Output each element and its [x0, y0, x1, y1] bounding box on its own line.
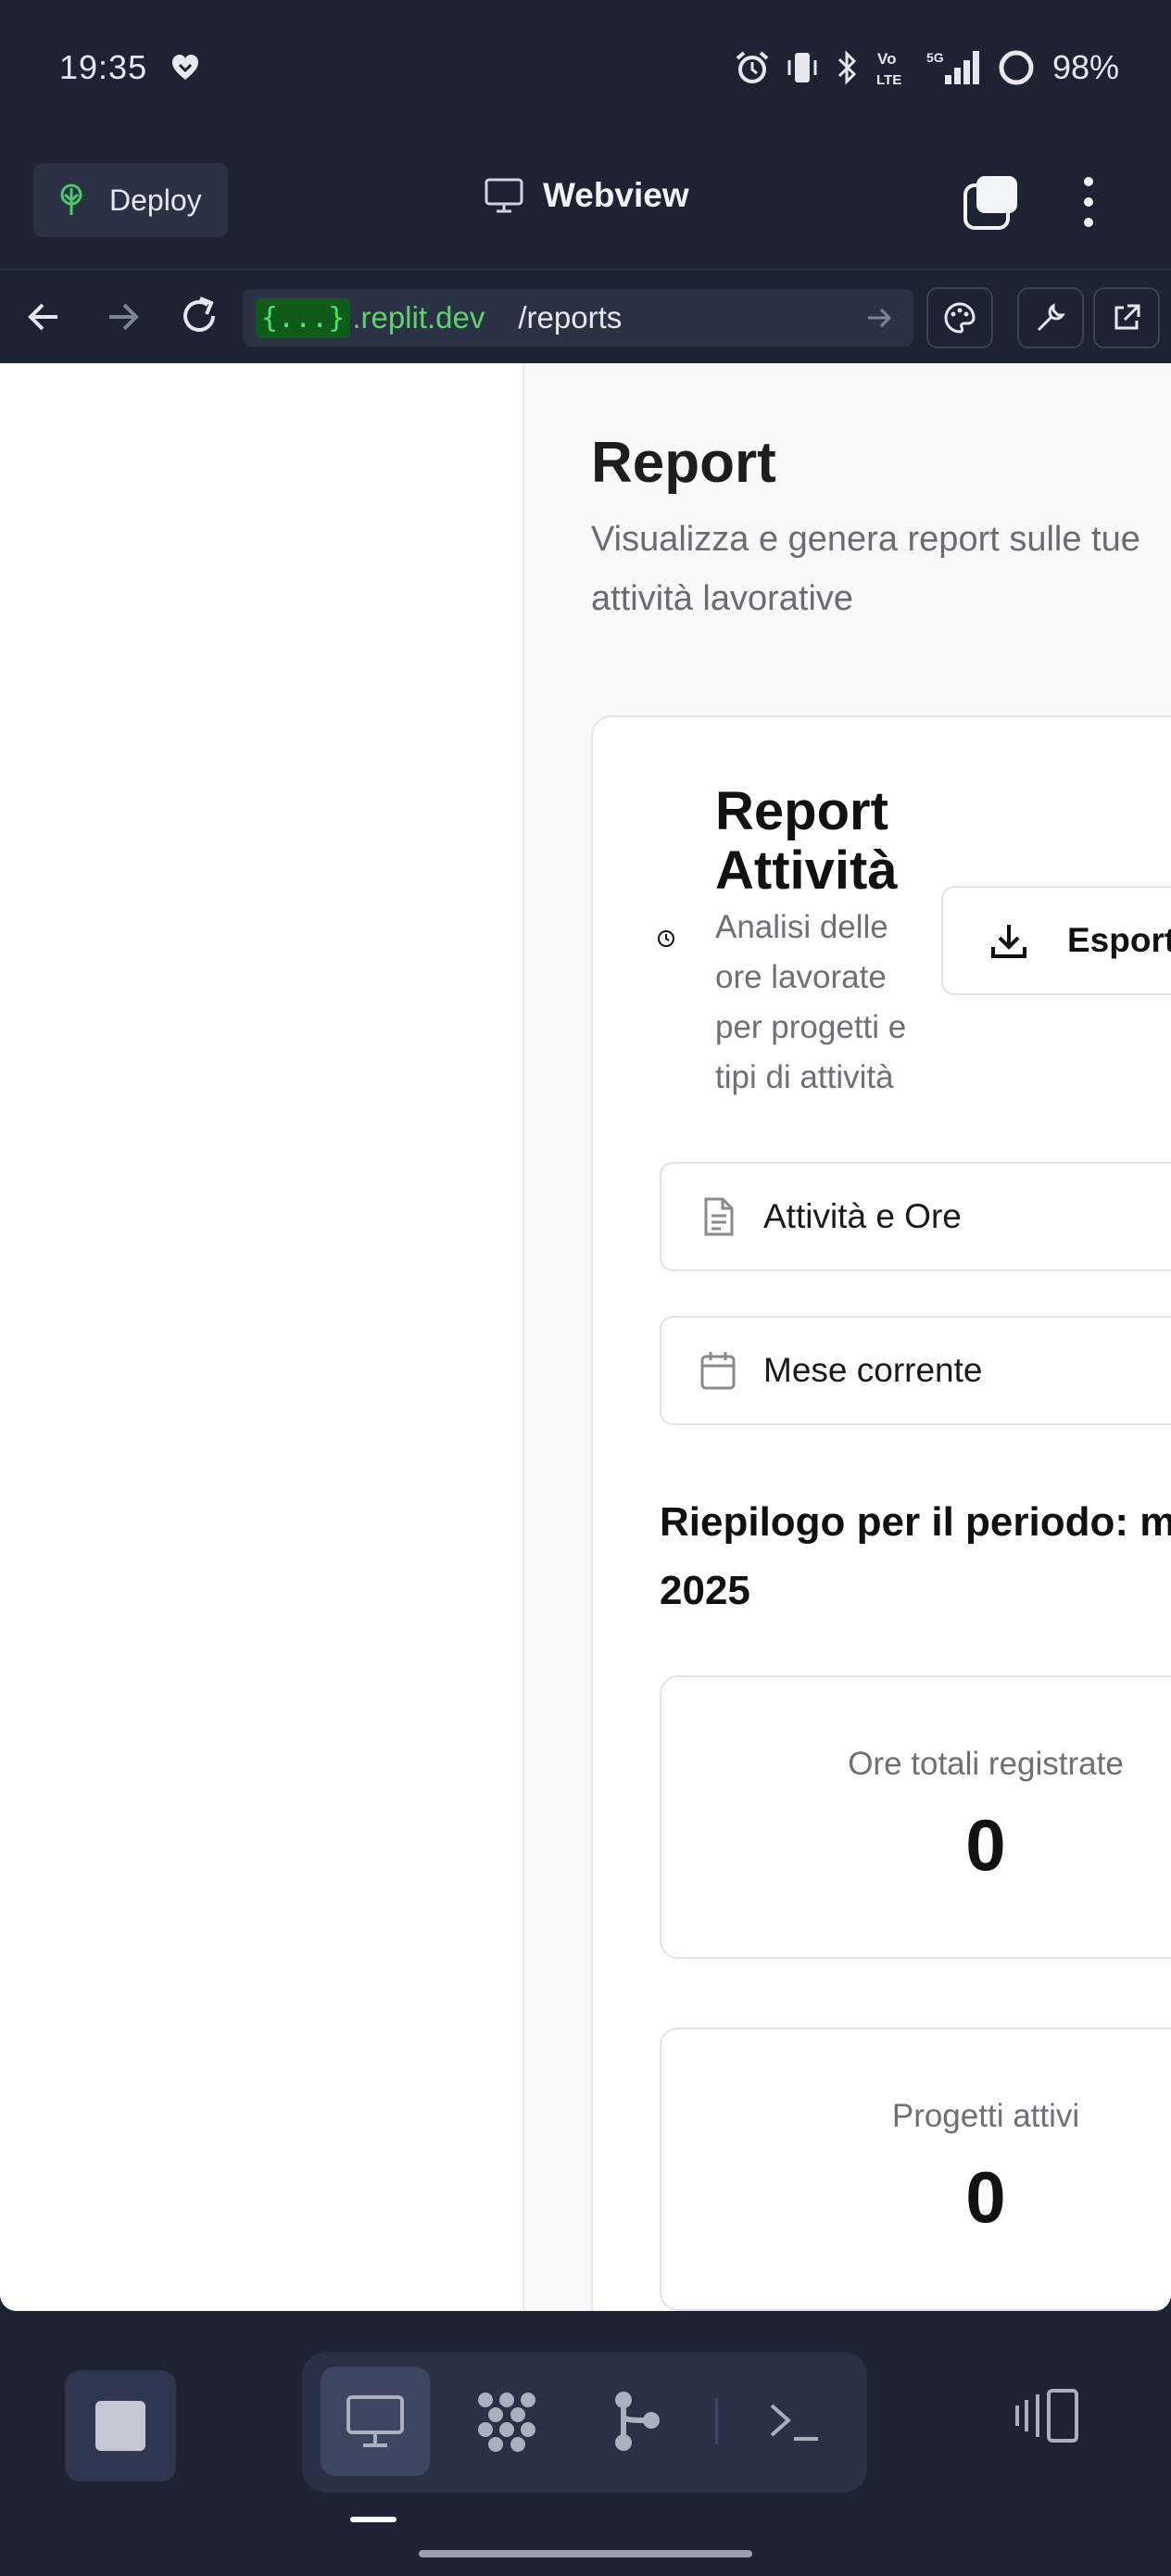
- deploy-label: Deploy: [109, 183, 202, 217]
- git-branch-icon: [615, 2392, 660, 2451]
- stat-card-active-projects: Progetti attivi 0: [660, 2027, 1171, 2311]
- bluetooth-icon: [837, 50, 857, 85]
- go-arrow-icon[interactable]: [863, 302, 895, 334]
- webview-title-text: Webview: [543, 176, 689, 214]
- stat-value: 0: [965, 2156, 1006, 2238]
- svg-text:Vo: Vo: [877, 50, 896, 68]
- stop-icon: [95, 2401, 145, 2451]
- battery-percent: 98%: [1051, 48, 1119, 86]
- export-button[interactable]: Esporta: [941, 886, 1171, 995]
- reload-icon[interactable]: [176, 293, 222, 339]
- activity-report-card: Report Attività Analisi delle ore lavora…: [591, 715, 1171, 2311]
- summary-title: Riepilogo per il periodo: maggio 2025: [660, 1488, 1171, 1625]
- webview: Report Visualizza e genera report sulle …: [0, 363, 1171, 2311]
- clock-icon: [658, 930, 674, 947]
- battery-ring-icon: [999, 50, 1034, 85]
- export-label: Esporta: [1067, 921, 1171, 959]
- bottom-toolbar: [0, 2311, 1171, 2576]
- status-icons: Vo LTE 5G 98%: [734, 46, 1119, 89]
- url-host: .replit.dev: [352, 300, 485, 335]
- stat-value: 0: [965, 1804, 1006, 1886]
- stat-label: Ore totali registrate: [848, 1746, 1124, 1782]
- summary-title-text: Riepilogo per il periodo: maggio 2025: [660, 1499, 1171, 1613]
- agent-icon: [478, 2393, 535, 2452]
- period-select[interactable]: Mese corrente: [660, 1316, 1171, 1425]
- main-content: Report Visualizza e genera report sulle …: [524, 363, 1171, 2311]
- status-bar: 19:35 Vo LTE 5G 98%: [0, 0, 1171, 139]
- stat-label: Progetti attivi: [891, 2098, 1080, 2134]
- app-header: Deploy Webview: [0, 139, 1171, 271]
- palette-icon: [944, 302, 976, 334]
- shell-tool-button[interactable]: [739, 2367, 849, 2476]
- card-title: Report Attività: [715, 781, 898, 901]
- period-value: Mese corrente: [763, 1351, 983, 1389]
- panels-icon[interactable]: [1014, 2385, 1082, 2446]
- card-description: Analisi delle ore lavorate per progetti …: [715, 909, 907, 1095]
- wrench-icon: [1037, 303, 1065, 332]
- calendar-icon: [700, 1352, 736, 1390]
- report-type-value: Attività e Ore: [763, 1197, 962, 1235]
- deploy-button[interactable]: Deploy: [33, 163, 228, 237]
- page-subtitle: Visualizza e genera report sulle tue att…: [591, 520, 1140, 618]
- url-chip: {...}: [256, 297, 351, 338]
- status-time: 19:35: [59, 48, 148, 86]
- webview-tool-button[interactable]: [321, 2367, 430, 2476]
- deploy-icon: [60, 183, 82, 215]
- tabs-icon[interactable]: [962, 172, 1021, 232]
- alarm-icon: [736, 51, 769, 83]
- open-external-button[interactable]: [1093, 287, 1160, 348]
- signal-5g-icon: 5G: [926, 50, 979, 84]
- url-field[interactable]: {...} .replit.dev /reports: [243, 289, 913, 347]
- svg-text:LTE: LTE: [876, 72, 901, 88]
- url-bar: {...} .replit.dev /reports: [0, 272, 1171, 361]
- document-icon: [704, 1197, 734, 1236]
- agent-tool-button[interactable]: [452, 2367, 561, 2476]
- forward-arrow-icon[interactable]: [100, 295, 145, 339]
- stop-button[interactable]: [65, 2370, 176, 2481]
- download-icon: [991, 925, 1026, 958]
- svg-text:5G: 5G: [926, 50, 944, 65]
- home-indicator[interactable]: [419, 2550, 752, 2557]
- volte-icon: Vo LTE: [876, 50, 901, 88]
- active-tab-indicator: [350, 2517, 397, 2522]
- toolbar-divider: [715, 2398, 718, 2444]
- git-tool-button[interactable]: [582, 2367, 691, 2476]
- report-type-select[interactable]: Attività e Ore: [660, 1162, 1171, 1271]
- palette-button[interactable]: [926, 287, 993, 348]
- back-arrow-icon[interactable]: [22, 295, 67, 339]
- vibrate-icon: [787, 53, 817, 82]
- url-path: /reports: [518, 300, 623, 335]
- stat-card-total-hours: Ore totali registrate 0: [660, 1675, 1171, 1959]
- page-title: Report: [591, 431, 776, 495]
- sidebar: [0, 363, 524, 2311]
- heart-shield-icon: [172, 55, 198, 80]
- more-options-icon[interactable]: [1075, 172, 1102, 232]
- tool-switcher: [302, 2352, 867, 2493]
- webview-title: Webview: [484, 176, 689, 215]
- external-link-icon: [1114, 304, 1140, 330]
- monitor-icon: [485, 178, 523, 213]
- terminal-icon: [770, 2404, 818, 2441]
- monitor-icon: [346, 2395, 404, 2447]
- devtools-button[interactable]: [1017, 287, 1084, 348]
